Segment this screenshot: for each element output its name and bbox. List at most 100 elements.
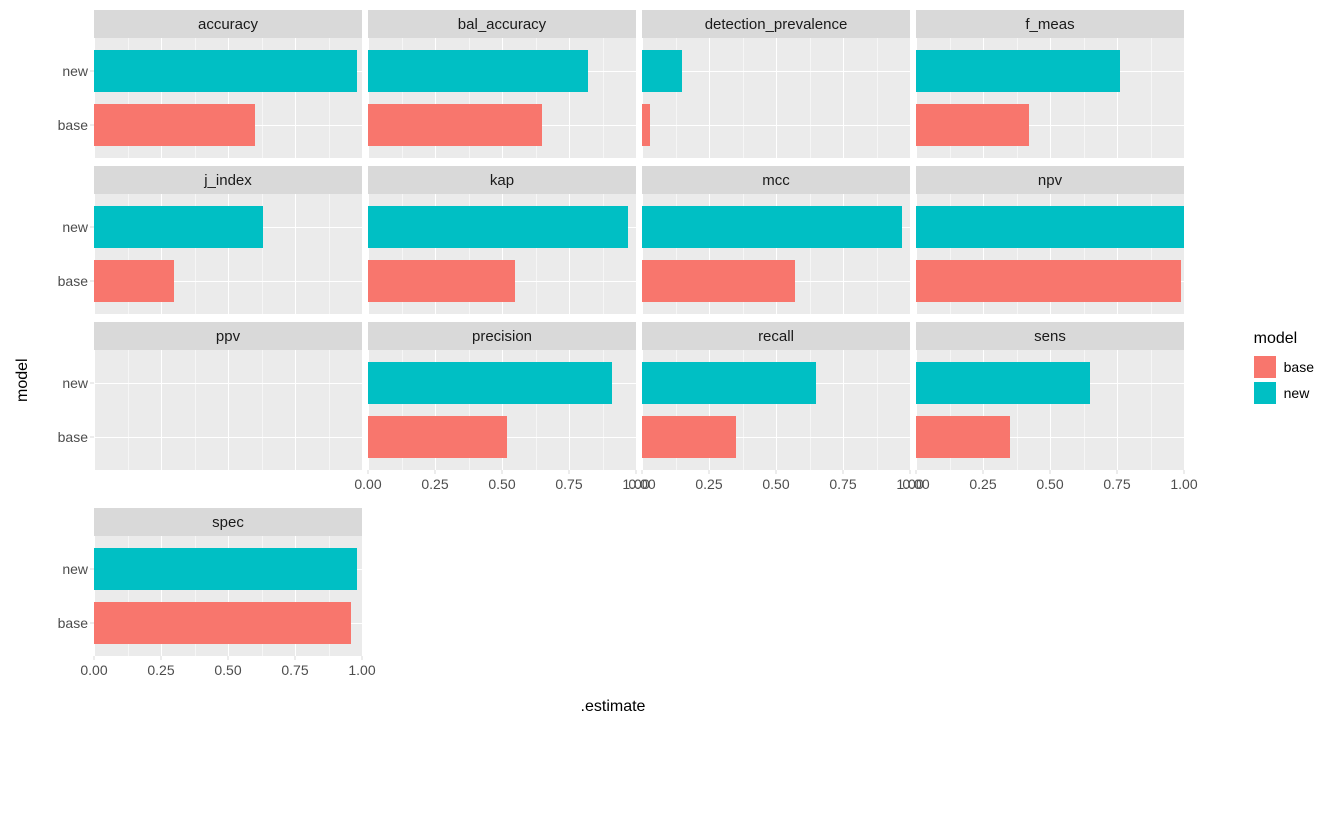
panel <box>642 350 910 470</box>
legend-label: new <box>1284 385 1310 401</box>
x-axis: 0.000.250.500.751.00 <box>916 470 1184 508</box>
facet-strip: f_meas <box>916 10 1184 38</box>
facet-ppv: ppv <box>94 322 362 478</box>
facet-precision: precision0.000.250.500.751.00 <box>368 322 636 508</box>
facet-strip: detection_prevalence <box>642 10 910 38</box>
legend-item-base: base <box>1254 356 1314 378</box>
facet-j_index: j_index <box>94 166 362 322</box>
facet-strip: spec <box>94 508 362 536</box>
bar-new <box>368 362 612 404</box>
x-tick-label: 0.25 <box>969 476 996 492</box>
bar-base <box>916 104 1029 146</box>
bar-new <box>94 50 357 92</box>
bar-base <box>642 104 650 146</box>
bar-base <box>94 602 351 644</box>
y-axis-label: model <box>10 10 36 750</box>
y-tick-label: new <box>62 375 88 391</box>
panel <box>916 350 1184 470</box>
x-tick-label: 1.00 <box>348 662 375 678</box>
bar-base <box>368 260 515 302</box>
facet-strip: mcc <box>642 166 910 194</box>
bar-new <box>916 206 1184 248</box>
panel <box>368 194 636 314</box>
legend-title: model <box>1254 330 1314 348</box>
facet-strip: bal_accuracy <box>368 10 636 38</box>
x-tick-label: 0.75 <box>1103 476 1130 492</box>
x-axis: 0.000.250.500.751.00 <box>94 656 362 694</box>
x-tick-label: 0.75 <box>555 476 582 492</box>
panel <box>368 350 636 470</box>
panel <box>368 38 636 158</box>
y-tick-label: new <box>62 219 88 235</box>
panel <box>642 194 910 314</box>
x-tick-label: 0.50 <box>214 662 241 678</box>
x-tick-label: 0.25 <box>147 662 174 678</box>
y-tick-label: base <box>58 429 88 445</box>
y-tick-label: base <box>58 273 88 289</box>
x-tick-label: 0.25 <box>695 476 722 492</box>
legend: model base new <box>1254 330 1314 408</box>
x-tick-label: 0.00 <box>354 476 381 492</box>
legend-item-new: new <box>1254 382 1314 404</box>
bar-new <box>368 50 588 92</box>
x-tick-label: 0.25 <box>421 476 448 492</box>
x-axis: 0.000.250.500.751.00 <box>368 470 636 508</box>
bar-new <box>642 50 682 92</box>
x-tick-label: 0.00 <box>628 476 655 492</box>
bar-base <box>94 260 174 302</box>
x-tick-label: 0.75 <box>281 662 308 678</box>
bar-new <box>916 50 1120 92</box>
facet-strip: recall <box>642 322 910 350</box>
facet-bal_accuracy: bal_accuracy <box>368 10 636 166</box>
facet-kap: kap <box>368 166 636 322</box>
panel <box>94 38 362 158</box>
bar-base <box>642 260 795 302</box>
panel <box>94 194 362 314</box>
facet-sens: sens0.000.250.500.751.00 <box>916 322 1184 508</box>
facet-spec: spec0.000.250.500.751.00 <box>94 508 362 694</box>
x-tick-label: 1.00 <box>1170 476 1197 492</box>
faceted-bar-chart: model new base accuracybal_accuracydetecti… <box>10 10 1190 750</box>
legend-key-new <box>1254 382 1276 404</box>
legend-key-base <box>1254 356 1276 378</box>
facet-strip: j_index <box>94 166 362 194</box>
panel <box>642 38 910 158</box>
bar-base <box>916 260 1181 302</box>
facet-f_meas: f_meas <box>916 10 1184 166</box>
facet-npv: npv <box>916 166 1184 322</box>
facet-accuracy: accuracy <box>94 10 362 166</box>
x-tick-label: 0.00 <box>80 662 107 678</box>
facet-detection_prevalence: detection_prevalence <box>642 10 910 166</box>
x-tick-label: 0.50 <box>762 476 789 492</box>
y-tick-label: base <box>58 615 88 631</box>
bar-base <box>368 104 542 146</box>
x-tick-label: 0.50 <box>1036 476 1063 492</box>
bar-base <box>642 416 736 458</box>
x-tick-label: 0.00 <box>902 476 929 492</box>
facet-strip: accuracy <box>94 10 362 38</box>
facet-strip: ppv <box>94 322 362 350</box>
facet-strip: precision <box>368 322 636 350</box>
panel <box>94 536 362 656</box>
bar-new <box>94 206 263 248</box>
x-axis: 0.000.250.500.751.00 <box>642 470 910 508</box>
bar-base <box>94 104 255 146</box>
x-axis-label: .estimate <box>36 698 1190 716</box>
facet-strip: kap <box>368 166 636 194</box>
bar-new <box>642 206 902 248</box>
facet-strip: sens <box>916 322 1184 350</box>
bar-base <box>368 416 507 458</box>
bar-new <box>368 206 628 248</box>
panel <box>94 350 362 470</box>
y-tick-label: new <box>62 63 88 79</box>
y-tick-label: new <box>62 561 88 577</box>
facet-strip: npv <box>916 166 1184 194</box>
x-tick-label: 0.75 <box>829 476 856 492</box>
y-tick-label: base <box>58 117 88 133</box>
facet-recall: recall0.000.250.500.751.00 <box>642 322 910 508</box>
facet-mcc: mcc <box>642 166 910 322</box>
panel <box>916 38 1184 158</box>
x-tick-label: 0.50 <box>488 476 515 492</box>
legend-label: base <box>1284 359 1314 375</box>
panel <box>916 194 1184 314</box>
